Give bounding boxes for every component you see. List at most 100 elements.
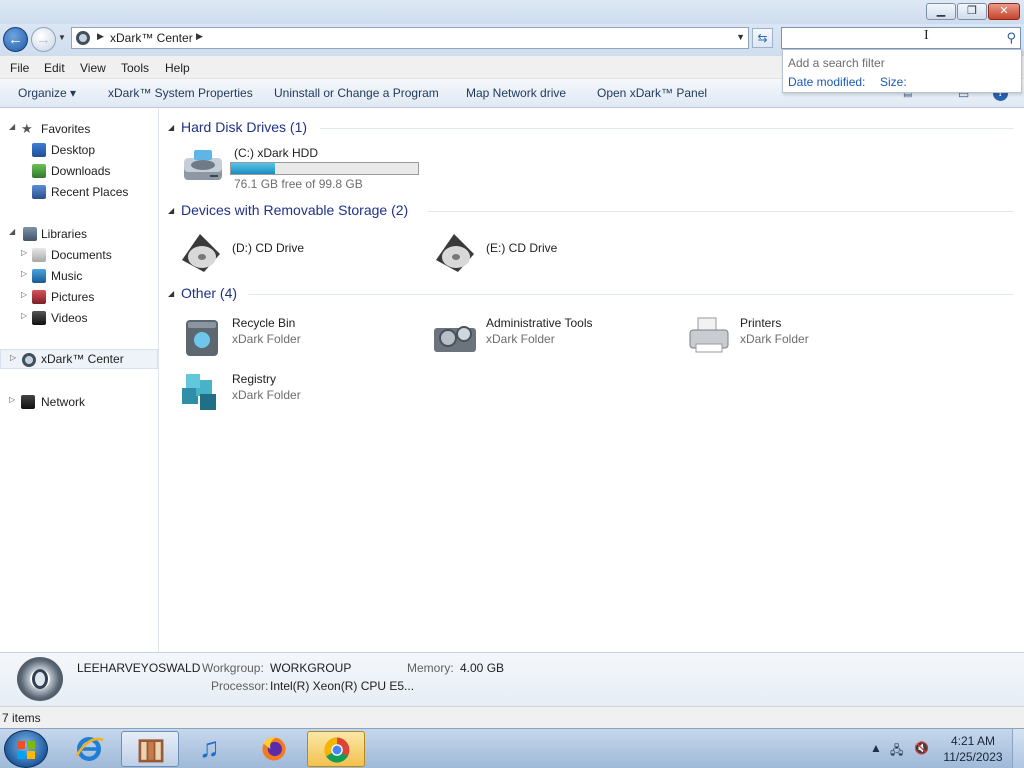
nav-network[interactable]: ▷ Network: [0, 392, 158, 412]
administrative-tools-tile[interactable]: Administrative Tools xDark Folder: [432, 312, 682, 360]
star-icon: ★: [21, 121, 33, 136]
nav-label: Network: [41, 395, 86, 409]
group-header-other[interactable]: ◢ Other (4): [160, 283, 1020, 305]
clock[interactable]: 4:21 AM 11/25/2023: [940, 733, 1006, 765]
expand-icon[interactable]: ▷: [9, 395, 15, 404]
restore-button[interactable]: ❐: [957, 3, 987, 20]
start-button[interactable]: [4, 730, 48, 768]
group-header-removable-storage[interactable]: ◢ Devices with Removable Storage (2): [160, 200, 1020, 222]
nav-videos[interactable]: ▷ Videos: [0, 308, 158, 328]
nav-libraries[interactable]: ◢ Libraries: [0, 224, 158, 244]
filter-date-modified[interactable]: Date modified:: [788, 75, 865, 89]
forward-button[interactable]: →: [31, 27, 56, 52]
drive-usage-bar: [230, 162, 419, 175]
xdark-center-icon: [76, 31, 90, 45]
map-network-drive-button[interactable]: Map Network drive: [466, 86, 566, 100]
taskbar-music-player[interactable]: ♫: [183, 731, 241, 767]
nav-documents[interactable]: ▷ Documents: [0, 245, 158, 265]
taskbar-chrome[interactable]: [307, 731, 365, 767]
nav-pictures[interactable]: ▷ Pictures: [0, 287, 158, 307]
collapse-icon[interactable]: ◢: [168, 123, 174, 132]
group-title: Hard Disk Drives (1): [181, 119, 308, 135]
nav-music[interactable]: ▷ Music: [0, 266, 158, 286]
system-properties-button[interactable]: xDark™ System Properties: [108, 86, 253, 100]
group-title: Other (4): [181, 285, 238, 301]
expand-icon[interactable]: ▷: [21, 290, 27, 299]
menu-view[interactable]: View: [80, 61, 106, 75]
network-tray-icon[interactable]: 🖧: [890, 741, 903, 762]
breadcrumb-arrow-icon[interactable]: ▶: [196, 31, 203, 42]
collapse-icon[interactable]: ◢: [9, 227, 15, 236]
group-header-hard-disk-drives[interactable]: ◢ Hard Disk Drives (1): [160, 117, 1020, 139]
printers-tile[interactable]: Printers xDark Folder: [686, 312, 936, 360]
menu-help[interactable]: Help: [165, 61, 190, 75]
nav-favorites[interactable]: ◢ ★ Favorites: [0, 119, 158, 139]
nav-label: Documents: [51, 248, 112, 262]
nav-recent-places[interactable]: Recent Places: [0, 182, 158, 202]
administrative-tools-icon: [434, 326, 476, 352]
breadcrumb-arrow-icon[interactable]: ▶: [97, 31, 104, 42]
collapse-icon[interactable]: ◢: [168, 206, 174, 215]
back-button[interactable]: ←: [3, 27, 28, 52]
tray-expand-icon[interactable]: ▲: [870, 741, 882, 755]
firefox-icon: [262, 737, 286, 761]
windows-logo-icon: [17, 741, 35, 759]
internet-explorer-icon: [75, 737, 104, 761]
title-bar: ▁ ❐ ✕: [0, 0, 1024, 24]
expand-icon[interactable]: ▷: [21, 248, 27, 257]
search-filter-dropdown: Add a search filter Date modified: Size:: [782, 49, 1022, 93]
network-icon: [21, 395, 35, 409]
item-type: xDark Folder: [232, 388, 301, 402]
address-bar[interactable]: ▶ xDark™ Center ▶ ▼: [71, 27, 749, 49]
expand-icon[interactable]: ▷: [21, 311, 27, 320]
expand-icon[interactable]: ▷: [10, 353, 16, 362]
nav-label: Videos: [51, 311, 88, 325]
restore-icon: ❐: [967, 5, 977, 17]
history-dropdown-icon[interactable]: ▼: [58, 33, 66, 42]
nav-label: Music: [51, 269, 83, 283]
menu-edit[interactable]: Edit: [44, 61, 65, 75]
organize-button[interactable]: Organize ▾: [18, 86, 76, 100]
collapse-icon[interactable]: ◢: [168, 289, 174, 298]
breadcrumb-xdark-center[interactable]: xDark™ Center: [110, 31, 193, 45]
taskbar-firefox[interactable]: [245, 731, 303, 767]
group-title: Devices with Removable Storage (2): [181, 202, 409, 218]
nav-downloads[interactable]: Downloads: [0, 161, 158, 181]
filter-size[interactable]: Size:: [880, 75, 907, 89]
nav-label: Pictures: [51, 290, 95, 304]
uninstall-program-button[interactable]: Uninstall or Change a Program: [274, 86, 439, 100]
search-input[interactable]: ⚲: [781, 27, 1021, 49]
taskbar-explorer[interactable]: [121, 731, 179, 767]
show-desktop-button[interactable]: [1012, 729, 1024, 768]
nav-desktop[interactable]: Desktop: [0, 140, 158, 160]
workgroup-value: WORKGROUP: [270, 661, 352, 675]
minimize-button[interactable]: ▁: [926, 3, 956, 20]
taskbar-internet-explorer[interactable]: [61, 731, 119, 767]
close-button[interactable]: ✕: [988, 3, 1020, 20]
collapse-icon[interactable]: ◢: [9, 122, 15, 131]
cd-drive-icon: [182, 234, 220, 272]
nav-label: Downloads: [51, 164, 111, 178]
open-panel-button[interactable]: Open xDark™ Panel: [597, 86, 707, 100]
volume-muted-icon[interactable]: 🔇: [914, 741, 929, 755]
menu-tools[interactable]: Tools: [121, 61, 149, 75]
library-cabinet-icon: [138, 739, 164, 763]
drive-e-tile[interactable]: (E:) CD Drive: [432, 228, 682, 276]
drive-usage-fill: [231, 163, 276, 174]
downloads-icon: [32, 164, 46, 178]
computer-logo-icon: [17, 657, 63, 701]
desktop-icon: [32, 143, 46, 157]
nav-xdark-center[interactable]: ▷ xDark™ Center: [0, 349, 158, 369]
recycle-bin-tile[interactable]: Recycle Bin xDark Folder: [178, 312, 428, 360]
search-icon[interactable]: ⚲: [1006, 30, 1016, 46]
pictures-icon: [32, 290, 46, 304]
registry-tile[interactable]: Registry xDark Folder: [178, 368, 428, 416]
drive-d-tile[interactable]: (D:) CD Drive: [178, 228, 428, 276]
registry-icon: [182, 374, 216, 410]
menu-file[interactable]: File: [10, 61, 29, 75]
refresh-button[interactable]: ⇆: [752, 28, 773, 48]
address-dropdown-icon[interactable]: ▼: [736, 32, 745, 42]
divider: [248, 294, 1014, 295]
expand-icon[interactable]: ▷: [21, 269, 27, 278]
forward-arrow-icon: →: [36, 31, 51, 48]
